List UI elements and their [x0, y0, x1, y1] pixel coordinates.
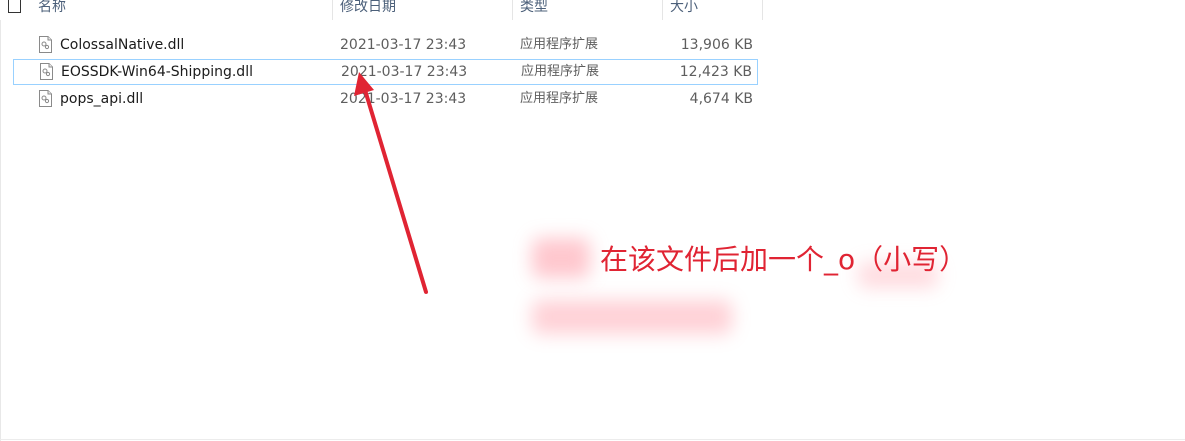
redaction-blur	[532, 300, 732, 334]
file-row[interactable]: ColossalNative.dll 2021-03-17 23:43 应用程序…	[13, 32, 758, 58]
column-divider[interactable]	[662, 0, 663, 20]
column-header-name[interactable]: 名称	[32, 0, 332, 20]
file-explorer-pane: 名称 修改日期 类型 大小 ColossalNative.dll 2021-03…	[0, 0, 1185, 441]
column-header-type[interactable]: 类型	[514, 0, 662, 20]
file-type: 应用程序扩展	[521, 64, 600, 79]
file-size: 12,423 KB	[679, 64, 752, 80]
file-size: 4,674 KB	[689, 91, 753, 107]
dll-file-icon	[39, 90, 52, 107]
select-all-checkbox[interactable]	[8, 0, 21, 13]
dll-file-icon	[40, 63, 53, 80]
column-divider[interactable]	[512, 0, 513, 20]
file-date: 2021-03-17 23:43	[340, 91, 467, 107]
file-type: 应用程序扩展	[520, 37, 599, 52]
pane-left-border	[0, 20, 1, 441]
file-name: pops_api.dll	[60, 91, 144, 107]
file-name: ColossalNative.dll	[60, 37, 185, 53]
dll-file-icon	[39, 36, 52, 53]
column-header-size[interactable]: 大小	[664, 0, 762, 20]
pane-bottom-border	[0, 439, 1185, 440]
file-row[interactable]: pops_api.dll 2021-03-17 23:43 应用程序扩展 4,6…	[13, 86, 758, 112]
annotation-instruction-text: 在该文件后加一个_o（小写）	[600, 243, 968, 276]
column-divider[interactable]	[332, 0, 333, 20]
file-date: 2021-03-17 23:43	[340, 37, 467, 53]
column-divider[interactable]	[762, 0, 763, 20]
file-size: 13,906 KB	[680, 37, 753, 53]
redaction-blur	[532, 238, 590, 278]
file-name: EOSSDK-Win64-Shipping.dll	[61, 64, 253, 80]
column-header-date[interactable]: 修改日期	[334, 0, 512, 20]
file-row-selected[interactable]: EOSSDK-Win64-Shipping.dll 2021-03-17 23:…	[13, 59, 758, 85]
column-header-row: 名称 修改日期 类型 大小	[0, 0, 763, 22]
file-type: 应用程序扩展	[520, 91, 599, 106]
file-date: 2021-03-17 23:43	[341, 64, 468, 80]
